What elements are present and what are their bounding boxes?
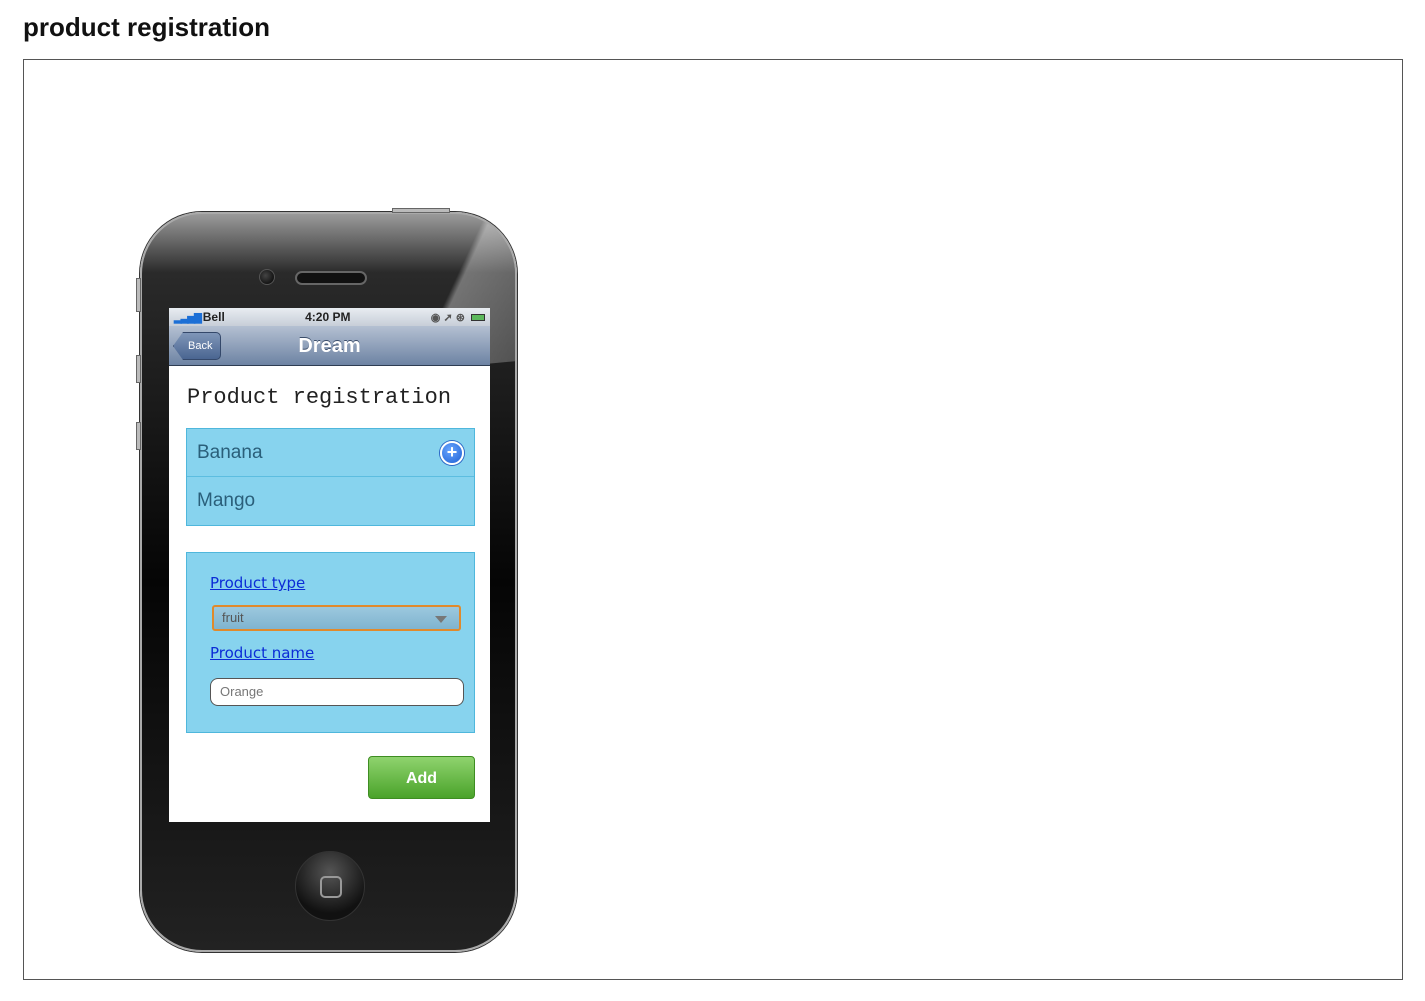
navigation-bar: Back Dream [169,326,490,366]
list-item-banana[interactable]: Banana + [187,429,474,477]
add-circle-icon[interactable]: + [440,440,464,465]
product-name-input[interactable]: Orange [210,678,464,706]
home-square-icon [320,876,342,898]
product-type-label[interactable]: Product type [210,574,305,592]
power-button [392,208,450,213]
status-bar: ▂▃▅▇ Bell 4:20 PM ◉ ➚ ⊛ [169,308,490,326]
carrier-info: ▂▃▅▇ Bell [174,310,225,324]
volume-down-button [136,422,141,450]
location-icon: ➚ [443,311,453,324]
camera-icon [259,269,275,285]
chevron-down-icon [435,616,447,623]
mute-switch [136,278,141,312]
alarm-icon: ◉ [430,311,441,324]
content-heading: Product registration [187,385,452,410]
list-item-label: Banana [197,441,263,463]
page-title: product registration [23,12,271,42]
battery-icon [471,314,485,322]
signal-icon: ▂▃▅▇ [174,313,202,324]
product-type-value: fruit [222,610,244,625]
product-name-label[interactable]: Product name [210,644,314,662]
carrier-label: Bell [202,310,225,324]
product-form: Product type fruit Product name Orange [186,552,475,733]
list-item-mango[interactable]: Mango [187,477,474,525]
status-icons: ◉ ➚ ⊛ [431,311,485,324]
volume-up-button [136,355,141,383]
home-button[interactable] [295,851,365,921]
status-time: 4:20 PM [305,310,351,324]
earpiece [295,271,367,285]
add-button[interactable]: Add [368,756,475,799]
phone-screen: ▂▃▅▇ Bell 4:20 PM ◉ ➚ ⊛ Back Dream Produc… [169,308,490,822]
list-item-label: Mango [197,490,256,511]
phone-device: ▂▃▅▇ Bell 4:20 PM ◉ ➚ ⊛ Back Dream Produc… [140,212,517,952]
product-type-select[interactable]: fruit [212,605,461,631]
rotation-lock-icon: ⊛ [455,311,465,324]
product-list: Banana + Mango [186,428,475,526]
nav-title: Dream [298,335,361,357]
